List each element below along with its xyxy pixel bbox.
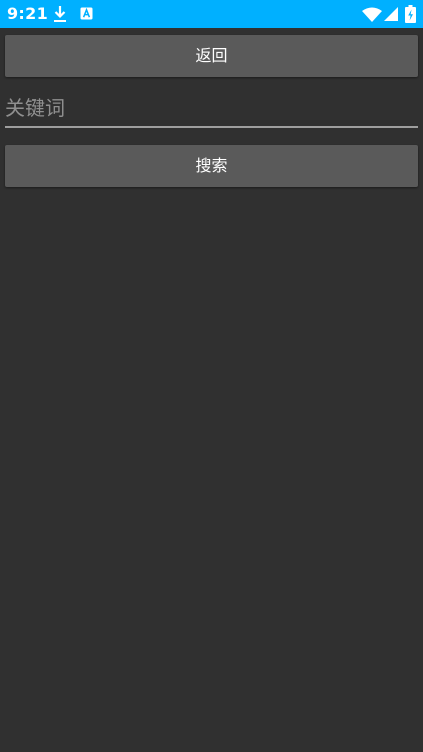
search-button-label: 搜索 bbox=[195, 156, 228, 175]
status-bar: 9:21 bbox=[0, 0, 423, 28]
a-icon bbox=[80, 7, 93, 20]
keyword-input[interactable] bbox=[5, 94, 418, 128]
battery-icon bbox=[405, 5, 416, 23]
wifi-icon bbox=[362, 7, 382, 22]
status-time: 9:21 bbox=[7, 4, 48, 23]
signal-icon bbox=[384, 7, 398, 21]
download-icon bbox=[54, 6, 66, 22]
back-button[interactable]: 返回 bbox=[5, 35, 418, 77]
search-button[interactable]: 搜索 bbox=[5, 145, 418, 187]
back-button-label: 返回 bbox=[195, 46, 228, 65]
